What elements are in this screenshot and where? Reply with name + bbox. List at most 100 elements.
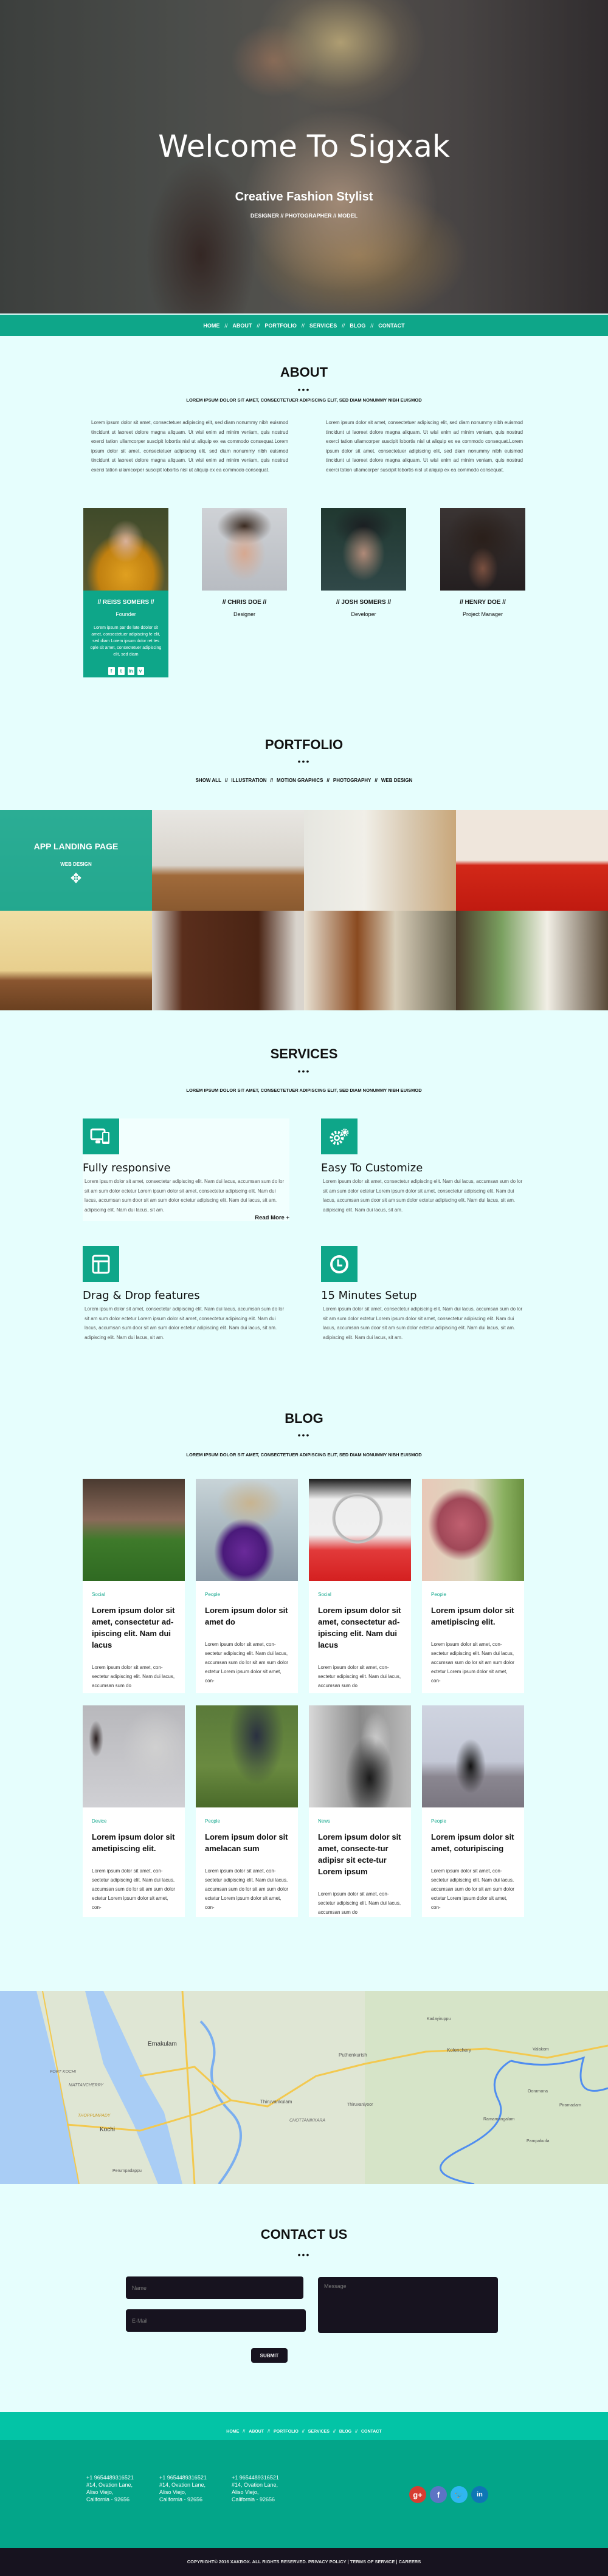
- footer-nav-contact[interactable]: CONTACT: [361, 2430, 382, 2434]
- filter-show-all[interactable]: SHOW ALL: [196, 778, 221, 783]
- portfolio-item-overlay: APP LANDING PAGE WEB DESIGN ✥: [0, 810, 152, 911]
- footer-nav-blog[interactable]: BLOG: [339, 2430, 351, 2434]
- address-line: California - 92656: [232, 2496, 275, 2502]
- blog-image: [309, 1705, 411, 1807]
- map-label: Perumpadappu: [112, 2169, 142, 2173]
- service-text: Lorem ipsum dolor sit amet, consectetur …: [323, 1179, 523, 1213]
- about-dots: •••: [297, 385, 311, 394]
- hero-subtitle: Creative Fashion Stylist: [235, 190, 373, 204]
- contact-dots: •••: [297, 2250, 311, 2259]
- contact-title: CONTACT US: [260, 2227, 348, 2242]
- blog-card[interactable]: People Lorem ipsum dolor sit amet do Lor…: [196, 1479, 298, 1693]
- address-line: #14, Ovation Lane,: [232, 2482, 278, 2488]
- blog-card[interactable]: Device Lorem ipsum dolor sit ametipiscin…: [83, 1705, 185, 1917]
- portfolio-item[interactable]: [456, 810, 608, 911]
- map-label: Ramamangalam: [483, 2117, 515, 2122]
- email-input[interactable]: [126, 2309, 306, 2332]
- location-map[interactable]: Ernakulam Kochi FORT KOCHI MATTANCHERRY …: [0, 1991, 608, 2184]
- submit-button[interactable]: SUBMIT: [251, 2348, 288, 2363]
- facebook-icon[interactable]: f: [430, 2486, 447, 2503]
- filter-separator: //: [224, 778, 228, 783]
- filter-motion-graphics[interactable]: MOTION GRAPHICS: [277, 778, 323, 783]
- portfolio-item[interactable]: APP LANDING PAGE WEB DESIGN ✥: [0, 810, 152, 911]
- nav-about[interactable]: ABOUT: [232, 323, 252, 329]
- filter-separator: //: [326, 778, 330, 783]
- blog-dots: •••: [297, 1430, 311, 1440]
- layout-icon: [83, 1246, 119, 1282]
- blog-title[interactable]: Lorem ipsum dolor sit amet, consectetur …: [318, 1605, 402, 1651]
- linkedin-icon[interactable]: in: [127, 667, 134, 675]
- service-card: Drag & Drop features Lorem ipsum dolor s…: [83, 1246, 289, 1342]
- portfolio-item[interactable]: [304, 911, 456, 1010]
- google-plus-icon[interactable]: g+: [409, 2486, 426, 2503]
- filter-photography[interactable]: PHOTOGRAPHY: [333, 778, 371, 783]
- filter-illustration[interactable]: ILLUSTRATION: [231, 778, 266, 783]
- service-title: Drag & Drop features: [83, 1289, 200, 1302]
- blog-title[interactable]: Lorem ipsum dolor sit amet, consecte-tur…: [318, 1831, 402, 1877]
- portfolio-item[interactable]: [456, 911, 608, 1010]
- blog-card[interactable]: People Lorem ipsum dolor sit ametipiscin…: [422, 1479, 524, 1693]
- footer-address: +1 9654489316521 #14, Ovation Lane, Alis…: [159, 2474, 207, 2503]
- service-card: Fully responsive Lorem ipsum dolor sit a…: [83, 1118, 289, 1221]
- facebook-icon[interactable]: f: [108, 667, 115, 675]
- message-textarea[interactable]: [318, 2277, 498, 2333]
- map-canvas: [0, 1991, 608, 2184]
- blog-card[interactable]: Social Lorem ipsum dolor sit amet, conse…: [309, 1479, 411, 1693]
- twitter-icon[interactable]: 🐦: [451, 2486, 468, 2503]
- blog-image: [196, 1479, 298, 1581]
- footer-nav-about[interactable]: ABOUT: [249, 2430, 264, 2434]
- portfolio-item[interactable]: [0, 911, 152, 1010]
- map-label: Pampakuda: [527, 2139, 550, 2143]
- blog-excerpt: Lorem ipsum dolor sit amet, con-sectetur…: [92, 1665, 175, 1688]
- blog-title[interactable]: Lorem ipsum dolor sit amet, consectetur …: [92, 1605, 176, 1651]
- nav-blog[interactable]: BLOG: [350, 323, 365, 329]
- footer-nav-portfolio[interactable]: PORTFOLIO: [274, 2430, 299, 2434]
- service-card: 15 Minutes Setup Lorem ipsum dolor sit a…: [321, 1246, 528, 1342]
- blog-title[interactable]: Lorem ipsum dolor sit amet do: [205, 1605, 289, 1628]
- hero-banner: Welcome To Sigxak Creative Fashion Styli…: [0, 0, 608, 313]
- member-name: // CHRIS DOE //: [222, 599, 267, 606]
- linkedin-icon[interactable]: in: [471, 2486, 488, 2503]
- portfolio-item[interactable]: [304, 810, 456, 911]
- footer-address: +1 9654489316521 #14, Ovation Lane, Alis…: [232, 2474, 279, 2503]
- address-line: #14, Ovation Lane,: [159, 2482, 206, 2488]
- nav-portfolio[interactable]: PORTFOLIO: [264, 323, 297, 329]
- blog-image: [309, 1479, 411, 1581]
- footer-nav-services[interactable]: SERVICES: [308, 2430, 330, 2434]
- blog-category[interactable]: Social: [318, 1592, 402, 1597]
- map-label: Kolenchery: [447, 2047, 472, 2053]
- address-line: Aliso Viejo,: [159, 2489, 187, 2495]
- blog-category[interactable]: Device: [92, 1818, 176, 1824]
- read-more-link[interactable]: Read More +: [83, 1214, 289, 1221]
- vimeo-icon[interactable]: v: [137, 667, 144, 675]
- expand-arrows-icon[interactable]: ✥: [0, 871, 152, 886]
- blog-title[interactable]: Lorem ipsum dolor sit ametipiscing elit.: [431, 1605, 515, 1628]
- nav-services[interactable]: SERVICES: [309, 323, 337, 329]
- blog-title[interactable]: Lorem ipsum dolor sit amelacan sum: [205, 1831, 289, 1854]
- footer-nav-home[interactable]: HOME: [226, 2430, 239, 2434]
- portfolio-item[interactable]: [152, 911, 304, 1010]
- blog-category[interactable]: People: [431, 1818, 515, 1824]
- blog-category[interactable]: People: [205, 1818, 289, 1824]
- blog-card[interactable]: News Lorem ipsum dolor sit amet, consect…: [309, 1705, 411, 1917]
- blog-category[interactable]: Social: [92, 1592, 176, 1597]
- service-text: Lorem ipsum dolor sit amet, consectetur …: [85, 1306, 285, 1340]
- portfolio-item[interactable]: [152, 810, 304, 911]
- blog-card[interactable]: Social Lorem ipsum dolor sit amet, conse…: [83, 1479, 185, 1693]
- blog-category[interactable]: People: [431, 1592, 515, 1597]
- blog-category[interactable]: People: [205, 1592, 289, 1597]
- name-input[interactable]: [126, 2276, 303, 2299]
- about-text-right: Lorem ipsum dolor sit amet, consectetuer…: [326, 420, 523, 473]
- address-line: Aliso Viejo,: [232, 2489, 259, 2495]
- map-label: MATTANCHERRY: [69, 2083, 104, 2088]
- twitter-icon[interactable]: t: [117, 667, 125, 675]
- blog-title[interactable]: Lorem ipsum dolor sit amet, coturipiscin…: [431, 1831, 515, 1854]
- member-role: Designer: [233, 611, 256, 617]
- filter-web-design[interactable]: WEB DESIGN: [381, 778, 413, 783]
- nav-contact[interactable]: CONTACT: [378, 323, 404, 329]
- nav-home[interactable]: HOME: [203, 323, 219, 329]
- blog-category[interactable]: News: [318, 1818, 402, 1824]
- blog-title[interactable]: Lorem ipsum dolor sit ametipiscing elit.: [92, 1831, 176, 1854]
- blog-card[interactable]: People Lorem ipsum dolor sit amelacan su…: [196, 1705, 298, 1917]
- blog-card[interactable]: People Lorem ipsum dolor sit amet, cotur…: [422, 1705, 524, 1917]
